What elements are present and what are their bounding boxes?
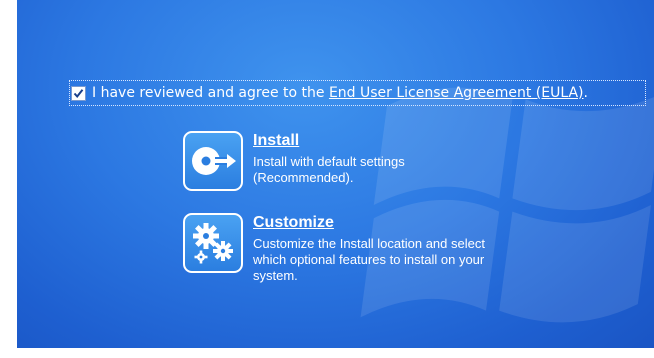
install-description: Install with default settings (Recommend… (253, 154, 543, 186)
gears-icon (193, 223, 233, 264)
eula-checkbox[interactable] (71, 85, 86, 101)
eula-label-suffix: . (583, 85, 588, 101)
disc-arrow-icon (192, 147, 236, 175)
customize-title[interactable]: Customize (253, 213, 543, 233)
install-button[interactable] (183, 131, 243, 191)
eula-link[interactable]: End User License Agreement (EULA) (329, 85, 584, 101)
checkmark-icon (73, 88, 84, 98)
customize-button[interactable] (183, 213, 243, 273)
customize-description: Customize the Install location and selec… (253, 236, 543, 284)
customize-description-line: system. (253, 268, 298, 283)
installer-window: I have reviewed and agree to the End Use… (17, 0, 654, 348)
eula-label-prefix: I have reviewed and agree to the (92, 85, 329, 101)
customize-description-line: Customize the Install location and selec… (253, 236, 485, 251)
customize-option[interactable]: Customize Customize the Install location… (183, 213, 543, 284)
install-title[interactable]: Install (253, 131, 543, 151)
eula-agreement-row[interactable]: I have reviewed and agree to the End Use… (69, 80, 646, 106)
customize-description-line: which optional features to install on yo… (253, 252, 485, 267)
install-description-line: (Recommended). (253, 170, 354, 185)
install-option[interactable]: Install Install with default settings (R… (183, 131, 543, 191)
install-description-line: Install with default settings (253, 154, 405, 169)
bottom-border (0, 348, 654, 358)
